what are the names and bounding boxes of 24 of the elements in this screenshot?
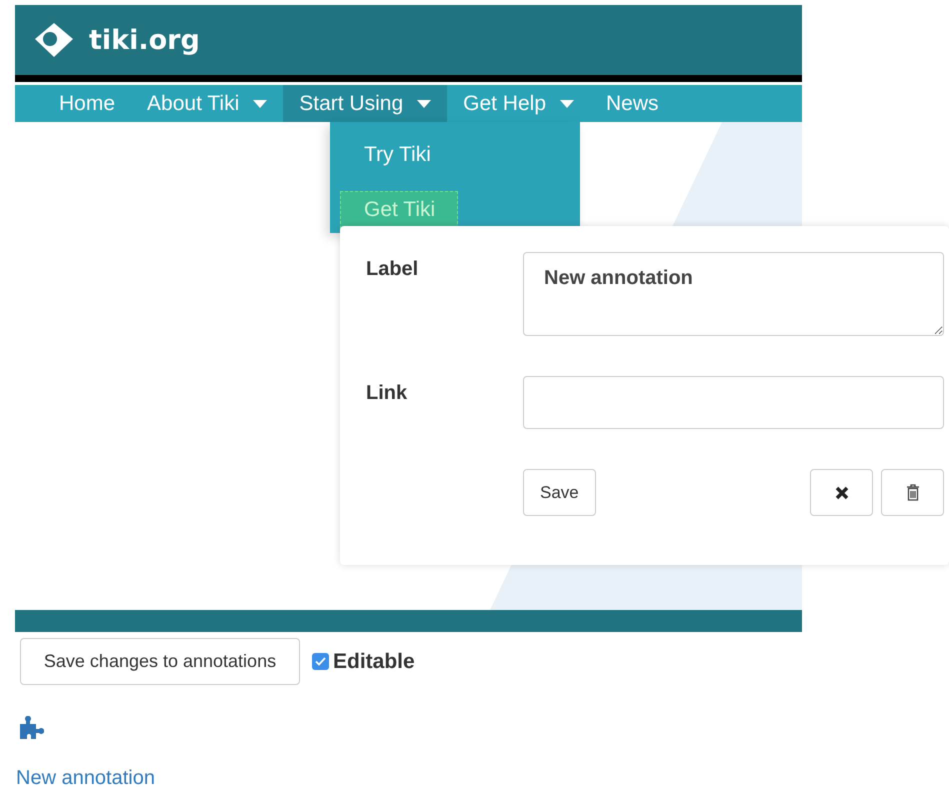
new-annotation-link[interactable]: New annotation xyxy=(16,767,155,787)
close-button[interactable] xyxy=(810,469,873,516)
nav-item[interactable]: Home xyxy=(43,85,132,122)
puzzle-icon xyxy=(18,716,44,740)
checkmark-icon xyxy=(315,657,326,666)
nav-item[interactable]: Start Using xyxy=(283,85,448,122)
label-field[interactable]: New annotation xyxy=(523,252,944,336)
logo-icon xyxy=(33,21,75,59)
save-button[interactable]: Save xyxy=(523,469,596,516)
field-label: Label xyxy=(366,257,420,282)
nav-item[interactable]: About Tiki xyxy=(131,85,284,122)
menu-item[interactable]: Get Tiki xyxy=(340,191,458,229)
checkbox-label: Editable xyxy=(333,650,415,674)
link-field[interactable] xyxy=(523,376,944,429)
nav-item[interactable]: Get Help xyxy=(447,85,590,122)
delete-button[interactable] xyxy=(881,469,944,516)
nav-item[interactable]: News xyxy=(590,85,675,122)
menu-item[interactable]: Try Tiki xyxy=(340,136,454,174)
close-icon xyxy=(834,486,848,500)
trash-icon xyxy=(906,484,920,501)
save-changes-button[interactable]: Save changes to annotations xyxy=(20,638,300,685)
site-title: tiki.org xyxy=(89,24,200,56)
editable-checkbox[interactable] xyxy=(312,653,329,670)
field-label: Link xyxy=(366,381,408,406)
